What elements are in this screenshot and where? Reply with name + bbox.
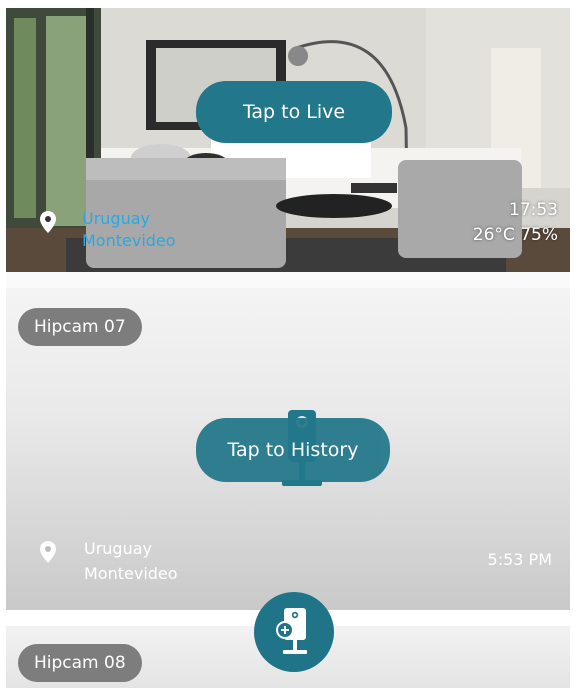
camera-name-badge: Hipcam 08 bbox=[18, 644, 142, 682]
live-location-city: Montevideo bbox=[82, 231, 176, 250]
card-divider bbox=[6, 272, 570, 288]
camera-location-city: Montevideo bbox=[84, 564, 178, 583]
live-meta: 17:53 26°C 75% bbox=[473, 198, 558, 248]
live-time: 17:53 bbox=[509, 200, 558, 220]
live-location-country: Uruguay bbox=[82, 209, 150, 228]
camera-card[interactable]: Hipcam 07 Tap to History Uruguay Montevi… bbox=[6, 288, 570, 610]
location-pin-icon bbox=[40, 211, 56, 233]
live-climate: 26°C 75% bbox=[472, 225, 558, 245]
live-location: Uruguay Montevideo bbox=[38, 208, 176, 252]
camera-time: 5:53 PM bbox=[487, 550, 552, 569]
add-camera-button[interactable] bbox=[254, 592, 334, 672]
tap-to-live-button[interactable]: Tap to Live bbox=[196, 81, 392, 143]
live-camera-card[interactable]: Tap to Live Uruguay Montevideo 17:53 26°… bbox=[6, 8, 570, 272]
add-camera-icon bbox=[276, 608, 307, 654]
camera-location-country: Uruguay bbox=[84, 539, 152, 558]
tap-to-history-button[interactable]: Tap to History bbox=[196, 418, 390, 482]
location-pin-icon bbox=[40, 541, 56, 563]
camera-name-badge: Hipcam 07 bbox=[18, 308, 142, 346]
camera-location: Uruguay Montevideo bbox=[38, 536, 178, 586]
